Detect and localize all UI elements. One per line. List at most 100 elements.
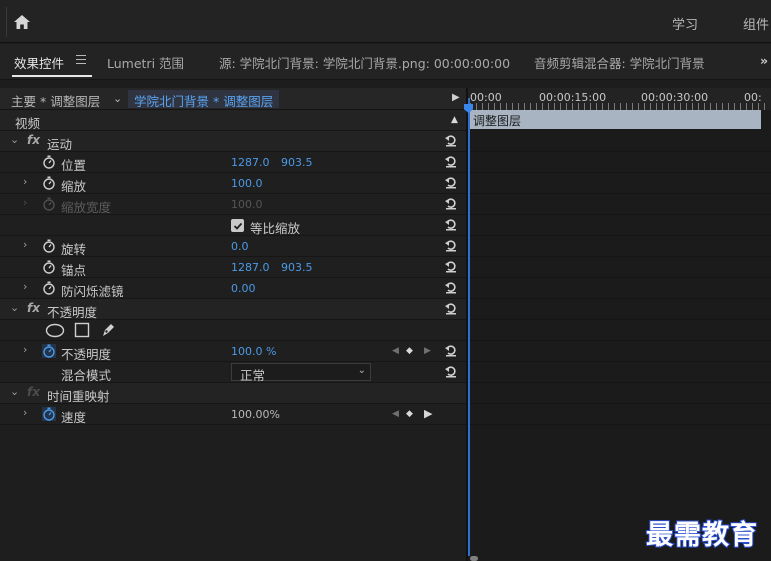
- tab-source[interactable]: 源: 学院北门背景: 学院北门背景.png: 00:00:00:00: [219, 53, 510, 72]
- expand-chevron-icon[interactable]: ⌄: [10, 133, 19, 146]
- stopwatch-icon[interactable]: [42, 281, 56, 295]
- tab-audio-clip-mixer[interactable]: 音频剪辑混合器: 学院北门背景: [534, 53, 705, 72]
- workspace-tab-learn[interactable]: 学习: [672, 14, 698, 33]
- pen-mask-icon[interactable]: [100, 322, 116, 338]
- tab-lumetri-scopes[interactable]: Lumetri 范围: [107, 53, 184, 72]
- rotation-row: › 旋转 0.0: [0, 236, 466, 257]
- rectangle-mask-icon[interactable]: [74, 322, 90, 338]
- scale-width-row: › 缩放宽度 100.0: [0, 194, 466, 215]
- stopwatch-icon[interactable]: [42, 239, 56, 253]
- fx-toggle-icon[interactable]: fx: [27, 301, 40, 315]
- motion-effect-row[interactable]: ⌄ fx 运动: [0, 131, 466, 152]
- ellipse-mask-icon[interactable]: [45, 323, 65, 338]
- video-section-row: 视频 ▲: [0, 110, 466, 131]
- expand-chevron-icon[interactable]: ›: [23, 343, 27, 356]
- anchor-y-value[interactable]: 903.5: [281, 261, 313, 274]
- reset-icon[interactable]: [444, 238, 458, 252]
- rotation-label: 旋转: [61, 242, 87, 257]
- timeline-row: [468, 383, 771, 404]
- add-keyframe-icon[interactable]: ◆: [406, 346, 413, 356]
- mask-tools-row: [0, 320, 466, 341]
- panel-menu-icon[interactable]: [76, 55, 86, 65]
- opacity-value[interactable]: 100.0 %: [231, 345, 276, 358]
- add-keyframe-icon[interactable]: ◆: [406, 409, 413, 419]
- fx-toggle-icon[interactable]: fx: [27, 133, 40, 147]
- effect-timeline: 00:00 00:00:15:00 00:00:30:00 00: 调整图层: [464, 88, 771, 561]
- playhead[interactable]: [464, 98, 473, 556]
- timeline-row: [468, 152, 771, 173]
- stopwatch-active-icon[interactable]: [42, 407, 56, 421]
- anti-flicker-label: 防闪烁滤镜: [61, 284, 124, 299]
- collapse-arrow-icon[interactable]: ▲: [451, 115, 458, 125]
- reset-icon[interactable]: [444, 217, 458, 231]
- opacity-effect-row[interactable]: ⌄ fx 不透明度: [0, 299, 466, 320]
- reset-icon[interactable]: [444, 175, 458, 189]
- reset-icon[interactable]: [444, 280, 458, 294]
- time-remap-label: 时间重映射: [47, 389, 110, 404]
- expand-chevron-icon[interactable]: ›: [23, 280, 27, 293]
- reset-icon[interactable]: [444, 364, 458, 378]
- scale-value[interactable]: 100.0: [231, 177, 263, 190]
- next-keyframe-icon[interactable]: ▶: [424, 407, 432, 420]
- anchor-x-value[interactable]: 1287.0: [231, 261, 270, 274]
- expand-chevron-icon[interactable]: ⌄: [10, 385, 19, 398]
- video-section-label: 视频: [15, 116, 41, 131]
- clip-header: 主要 * 调整图层 ⌄ 学院北门背景 * 调整图层 ▶: [0, 88, 466, 110]
- stopwatch-icon: [43, 197, 55, 211]
- speed-row: › 速度 100.00% ◀ ◆ ▶: [0, 404, 466, 425]
- prev-keyframe-icon[interactable]: ◀: [392, 409, 399, 419]
- master-clip-label[interactable]: 主要 * 调整图层: [11, 91, 100, 110]
- timeline-scroll-handle[interactable]: [470, 556, 478, 561]
- more-tabs-button[interactable]: »: [760, 53, 768, 68]
- tab-effect-controls[interactable]: 效果控件: [14, 53, 64, 72]
- timeline-row: [468, 404, 771, 425]
- time-remap-effect-row[interactable]: ⌄ fx 时间重映射: [0, 383, 466, 404]
- timeline-row: [468, 257, 771, 278]
- position-y-value[interactable]: 903.5: [281, 156, 313, 169]
- timeline-row: [468, 131, 771, 152]
- home-icon: [13, 15, 30, 29]
- reset-icon[interactable]: [444, 196, 458, 210]
- chevron-down-icon[interactable]: ⌄: [113, 92, 122, 105]
- clip-bar[interactable]: 调整图层: [469, 110, 761, 129]
- opacity-label: 不透明度: [61, 347, 112, 362]
- anchor-point-row: 锚点 1287.0 903.5: [0, 257, 466, 278]
- workspace-tab-assembly[interactable]: 组件: [743, 14, 769, 33]
- reset-icon[interactable]: [444, 133, 458, 147]
- blend-mode-select[interactable]: 正常 ⌄: [231, 363, 371, 383]
- clip-bar-label: 调整图层: [473, 114, 522, 128]
- speed-value[interactable]: 100.00%: [231, 408, 280, 421]
- time-ruler[interactable]: 00:00 00:00:15:00 00:00:30:00 00:: [468, 88, 771, 110]
- uniform-scale-checkbox[interactable]: [231, 219, 244, 232]
- reset-icon[interactable]: [444, 259, 458, 273]
- sequence-clip-label[interactable]: 学院北门背景 * 调整图层: [128, 90, 280, 109]
- watermark: 最需教育: [645, 519, 758, 552]
- expand-chevron-icon[interactable]: ›: [23, 238, 27, 251]
- reset-icon[interactable]: [444, 343, 458, 357]
- timeline-row: [468, 173, 771, 194]
- next-keyframe-icon[interactable]: ▶: [424, 346, 431, 356]
- position-x-value[interactable]: 1287.0: [231, 156, 270, 169]
- expand-chevron-icon[interactable]: ›: [23, 406, 27, 419]
- anti-flicker-value[interactable]: 0.00: [231, 282, 256, 295]
- stopwatch-active-icon[interactable]: [42, 344, 56, 358]
- rotation-value[interactable]: 0.0: [231, 240, 249, 253]
- play-triangle-icon[interactable]: ▶: [452, 92, 460, 103]
- prev-keyframe-icon[interactable]: ◀: [392, 346, 399, 356]
- scale-label: 缩放: [61, 179, 87, 194]
- expand-chevron-icon: ›: [23, 196, 28, 209]
- timeline-row: [468, 299, 771, 320]
- stopwatch-icon[interactable]: [42, 155, 56, 169]
- anti-flicker-row: › 防闪烁滤镜 0.00: [0, 278, 466, 299]
- uniform-scale-row: 等比缩放: [0, 215, 466, 236]
- expand-chevron-icon[interactable]: ›: [23, 175, 27, 188]
- reset-icon[interactable]: [444, 154, 458, 168]
- reset-icon[interactable]: [444, 301, 458, 315]
- stopwatch-icon[interactable]: [42, 260, 56, 274]
- stopwatch-icon[interactable]: [42, 176, 56, 190]
- speed-label: 速度: [61, 410, 87, 425]
- expand-chevron-icon[interactable]: ⌄: [10, 301, 19, 314]
- home-button[interactable]: [6, 7, 36, 37]
- position-row: 位置 1287.0 903.5: [0, 152, 466, 173]
- timeline-row: [468, 194, 771, 215]
